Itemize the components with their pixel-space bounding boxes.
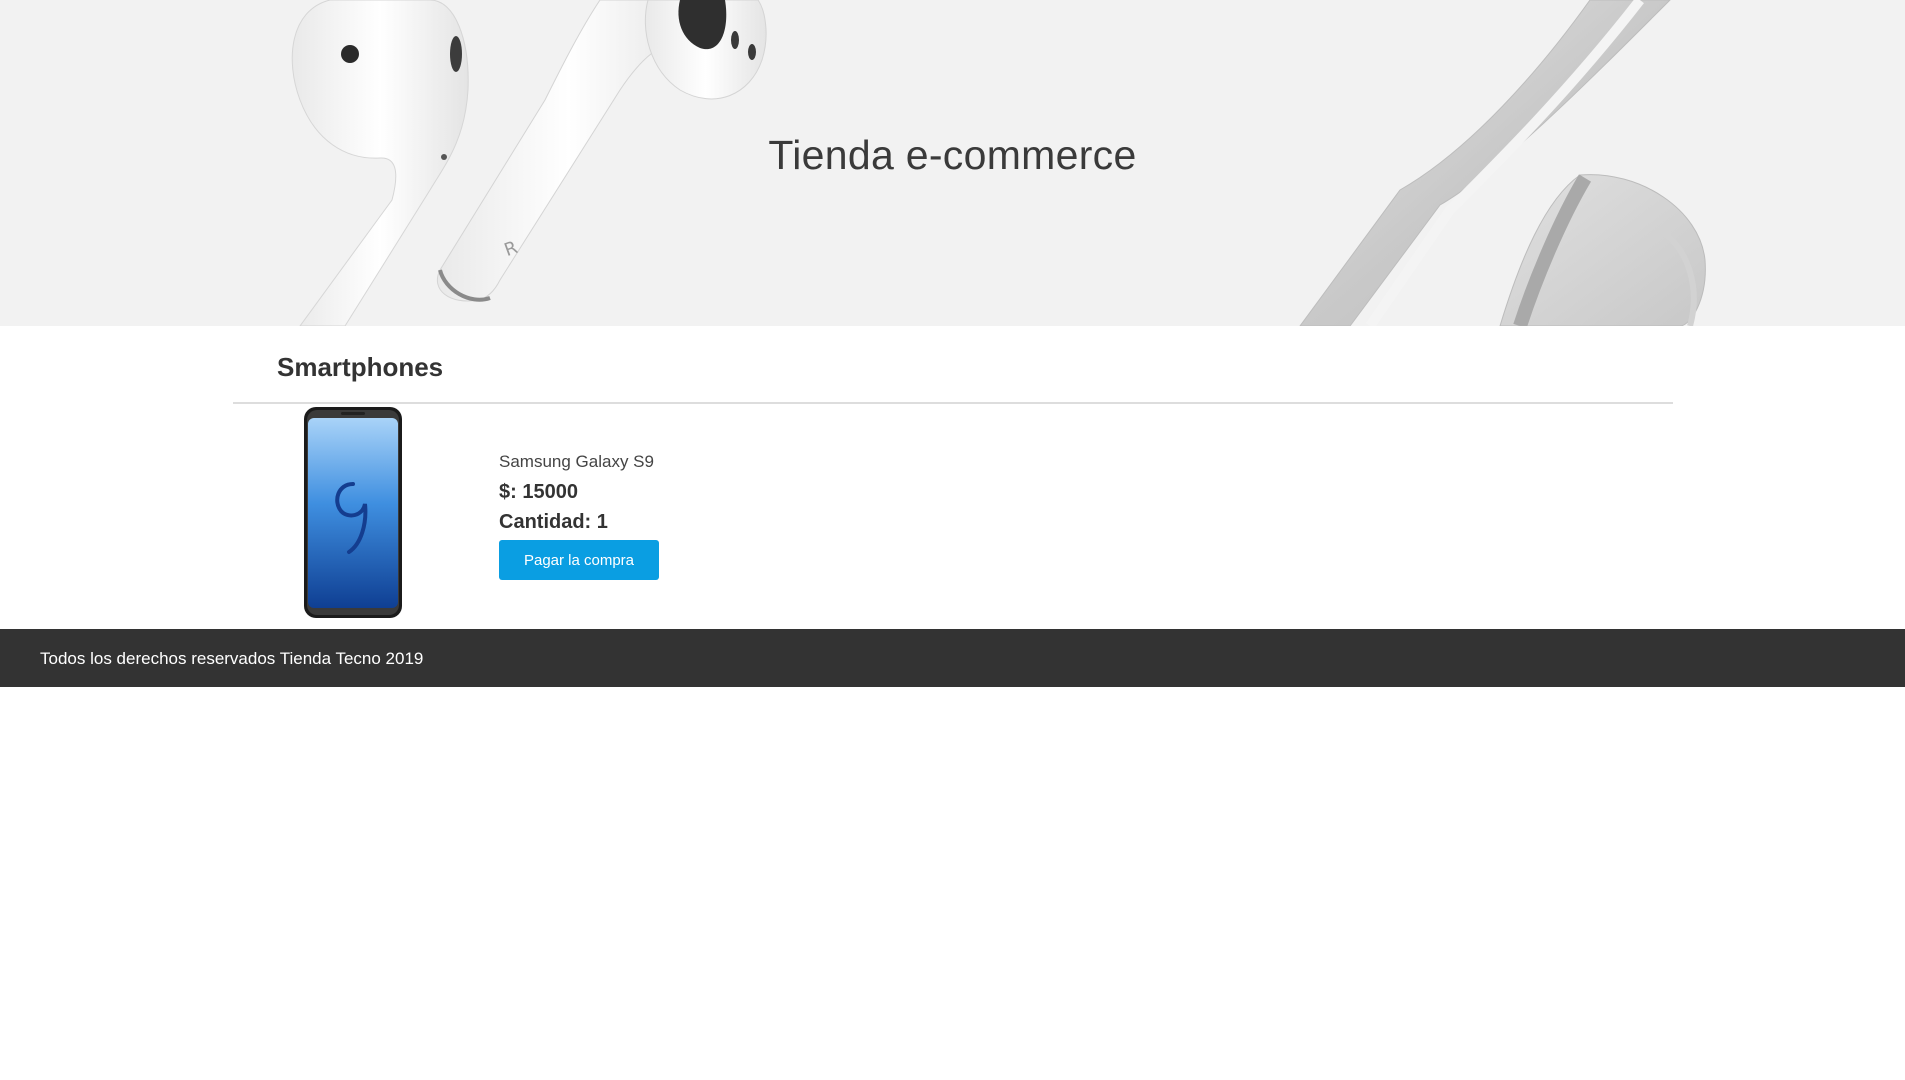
section-title: Smartphones bbox=[277, 352, 444, 382]
pay-button[interactable]: Pagar la compra bbox=[499, 540, 659, 580]
footer: Todos los derechos reservados Tienda Tec… bbox=[0, 629, 1905, 687]
product-quantity: Cantidad: 1 bbox=[499, 511, 608, 533]
product-info: Samsung Galaxy S9 $: 15000 Cantidad: 1 P… bbox=[499, 452, 659, 580]
product-section: Smartphones Samsung Galaxy S9 $: 15000 C… bbox=[233, 326, 1673, 629]
product-price: $: 15000 bbox=[499, 481, 578, 503]
footer-copyright: Todos los derechos reservados Tienda Tec… bbox=[40, 649, 424, 668]
product-name: Samsung Galaxy S9 bbox=[499, 452, 654, 471]
main-content: Smartphones Samsung Galaxy S9 $: 15000 C… bbox=[233, 326, 1673, 629]
hero-banner: R Tienda e-commerce bbox=[0, 0, 1905, 326]
smartphone-image bbox=[303, 406, 403, 624]
section-divider bbox=[233, 402, 1673, 404]
store-title: Tienda e-commerce bbox=[768, 132, 1137, 178]
